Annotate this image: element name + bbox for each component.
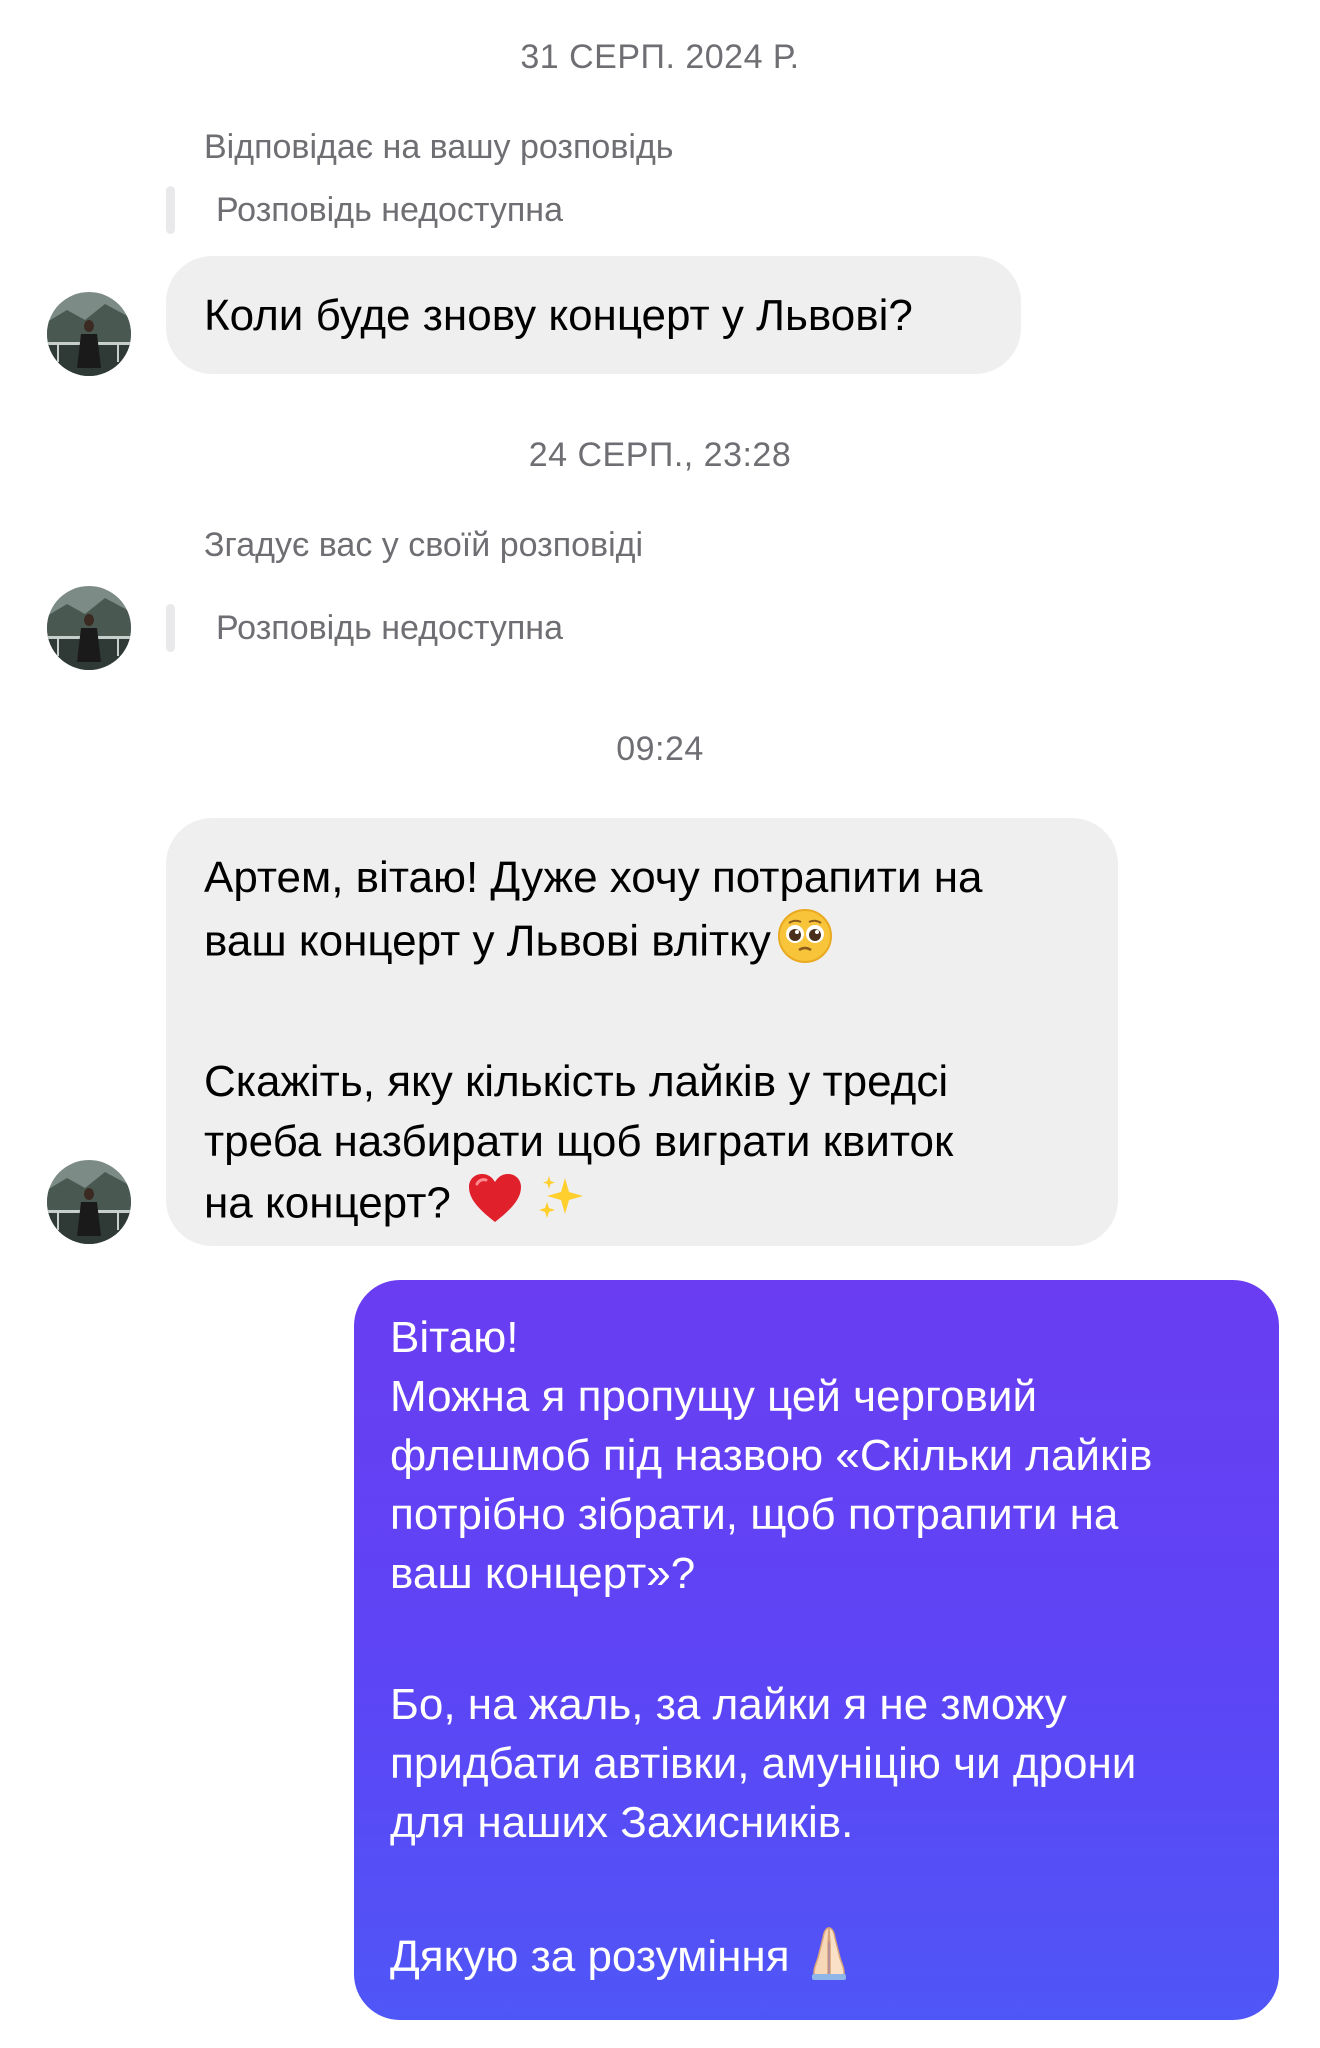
message-text: Коли буде знову концерт у Львові? (204, 291, 913, 340)
timestamp-divider: 31 СЕРП. 2024 Р. (520, 38, 800, 76)
message-line-text: на концерт? (204, 1178, 451, 1228)
outgoing-message[interactable]: Вітаю! Можна я пропущу цей черговий флеш… (354, 1280, 1279, 2020)
message-line: треба назбирати щоб виграти квиток (204, 1117, 954, 1166)
message-line-text: ваш концерт у Львові влітку (204, 916, 771, 966)
incoming-message[interactable]: Коли буде знову концерт у Львові? (166, 256, 1021, 374)
story-unavailable-label: Розповідь недоступна (216, 608, 563, 647)
sparkles-emoji-icon (535, 1172, 587, 1240)
folded-hands-emoji-icon (804, 1924, 854, 1995)
message-line-text: Дякую за розуміння (390, 1932, 790, 1982)
quote-bar (166, 604, 175, 652)
message-line: Дякую за розуміння (390, 1924, 1243, 1995)
message-line: Вітаю! (390, 1313, 519, 1362)
pleading-face-emoji-icon (777, 908, 833, 980)
message-line: для наших Захисників. (390, 1798, 854, 1847)
timestamp-divider: 09:24 (616, 730, 704, 768)
story-reference[interactable]: Розповідь недоступна (166, 604, 563, 652)
mention-in-story-caption: Згадує вас у своїй розповіді (204, 526, 644, 564)
story-unavailable-label: Розповідь недоступна (216, 190, 563, 229)
message-line: придбати автівки, амуніцію чи дрони (390, 1739, 1137, 1788)
red-heart-emoji-icon (467, 1172, 523, 1240)
message-line: ваш концерт у Львові влітку (204, 908, 1080, 980)
reply-to-story-caption: Відповідає на вашу розповідь (204, 128, 674, 166)
message-line: на концерт? (204, 1172, 1080, 1240)
incoming-message[interactable]: Артем, вітаю! Дуже хочу потрапити на ваш… (166, 818, 1118, 1246)
avatar[interactable] (47, 586, 131, 670)
message-line: Скажіть, яку кількість лайків у тредсі (204, 1057, 949, 1106)
timestamp-divider: 24 СЕРП., 23:28 (528, 436, 792, 474)
message-line: ваш концерт»? (390, 1549, 696, 1598)
message-line: Артем, вітаю! Дуже хочу потрапити на (204, 853, 983, 902)
message-line: флешмоб під назвою «Скільки лайків (390, 1431, 1153, 1480)
avatar-photo-icon (47, 1160, 131, 1244)
avatar[interactable] (47, 292, 131, 376)
message-line: Бо, на жаль, за лайки я не зможу (390, 1680, 1067, 1729)
message-line: потрібно зібрати, щоб потрапити на (390, 1490, 1119, 1539)
avatar-photo-icon (47, 292, 131, 376)
avatar[interactable] (47, 1160, 131, 1244)
chat-thread: 31 СЕРП. 2024 Р. Відповідає на вашу розп… (0, 0, 1320, 2048)
story-reference[interactable]: Розповідь недоступна (166, 186, 563, 234)
message-line: Можна я пропущу цей черговий (390, 1372, 1038, 1421)
avatar-photo-icon (47, 586, 131, 670)
quote-bar (166, 186, 175, 234)
